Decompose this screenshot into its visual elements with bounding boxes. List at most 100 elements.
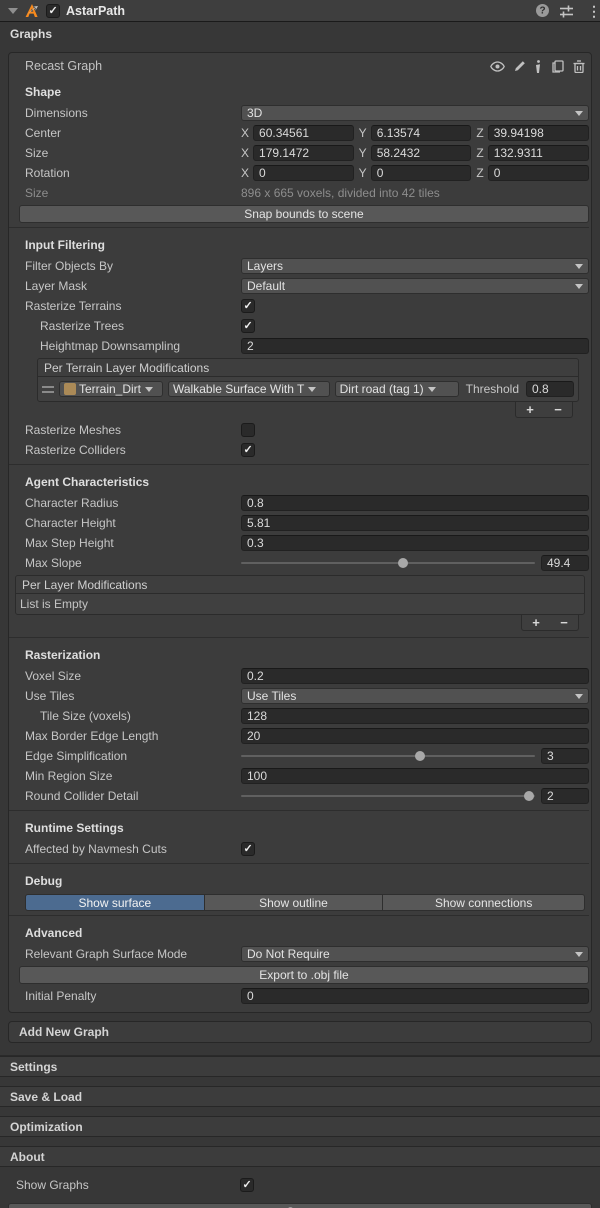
info-icon[interactable]	[535, 60, 542, 73]
per-terrain-list-header[interactable]: Per Terrain Layer Modifications	[38, 359, 578, 377]
help-icon[interactable]	[536, 4, 549, 17]
list-remove-button[interactable]: −	[556, 617, 572, 629]
component-enabled-checkbox[interactable]	[46, 4, 60, 18]
layer-mask-dropdown[interactable]: Default	[241, 278, 589, 294]
section-header-save-load[interactable]: Save & Load	[0, 1086, 600, 1107]
character-radius-row: Character Radius 0.8	[25, 493, 589, 513]
terrain-layer-row: Terrain_Dirt Walkable Surface With T Dir…	[42, 380, 574, 398]
divider	[9, 637, 589, 638]
filter-objects-by-dropdown[interactable]: Layers	[241, 258, 589, 274]
center-x-field[interactable]: 60.34561	[253, 125, 354, 141]
slider-thumb[interactable]	[415, 751, 425, 761]
list-remove-button[interactable]: −	[550, 404, 566, 416]
terrain-layer-dropdown[interactable]: Terrain_Dirt	[59, 381, 163, 397]
max-border-edge-length-field[interactable]: 20	[241, 728, 589, 744]
voxel-size-field[interactable]: 0.2	[241, 668, 589, 684]
size-y-field[interactable]: 58.2432	[371, 145, 472, 161]
scan-button[interactable]: Scan	[8, 1203, 592, 1208]
presets-icon[interactable]	[559, 4, 574, 18]
divider	[9, 227, 589, 228]
max-step-height-field[interactable]: 0.3	[241, 535, 589, 551]
divider	[9, 915, 589, 916]
per-layer-list-header[interactable]: Per Layer Modifications	[16, 576, 584, 594]
list-add-button[interactable]: +	[522, 404, 538, 416]
affected-by-navmesh-cuts-row: Affected by Navmesh Cuts	[25, 839, 589, 859]
round-collider-detail-slider[interactable]	[241, 795, 535, 797]
graphs-section-header[interactable]: Graphs	[0, 22, 600, 46]
use-tiles-dropdown[interactable]: Use Tiles	[241, 688, 589, 704]
visibility-eye-icon[interactable]	[490, 61, 505, 72]
size-z-field[interactable]: 132.9311	[488, 145, 589, 161]
advanced-heading: Advanced	[25, 920, 589, 944]
max-slope-field[interactable]: 49.4	[541, 555, 589, 571]
voxel-info-label: Size	[25, 186, 241, 200]
show-outline-button[interactable]: Show outline	[205, 894, 384, 911]
center-label: Center	[25, 126, 241, 140]
size-x-field[interactable]: 179.1472	[253, 145, 354, 161]
chevron-down-icon	[575, 284, 583, 289]
heightmap-downsampling-row: Heightmap Downsampling 2	[25, 336, 589, 356]
debug-heading: Debug	[25, 868, 589, 892]
rotation-z-field[interactable]: 0	[488, 165, 589, 181]
axis-z-label: Z	[476, 126, 483, 140]
threshold-field[interactable]: 0.8	[526, 381, 574, 397]
edit-pencil-icon[interactable]	[514, 60, 526, 72]
rasterize-terrains-row: Rasterize Terrains	[25, 296, 589, 316]
graph-title[interactable]: Recast Graph	[25, 59, 490, 73]
dimensions-dropdown[interactable]: 3D	[241, 105, 589, 121]
duplicate-icon[interactable]	[551, 60, 564, 73]
round-collider-detail-row: Round Collider Detail 2	[25, 786, 589, 806]
center-z-field[interactable]: 39.94198	[488, 125, 589, 141]
drag-handle-icon[interactable]	[42, 386, 54, 393]
rotation-x-field[interactable]: 0	[253, 165, 354, 181]
relevant-graph-surface-mode-dropdown[interactable]: Do Not Require	[241, 946, 589, 962]
max-slope-slider[interactable]	[241, 562, 535, 564]
rasterize-meshes-checkbox[interactable]	[241, 423, 255, 437]
rasterize-terrains-checkbox[interactable]	[241, 299, 255, 313]
edge-simplification-slider[interactable]	[241, 755, 535, 757]
surface-type-dropdown[interactable]: Walkable Surface With T	[168, 381, 330, 397]
delete-trash-icon[interactable]	[573, 60, 585, 73]
filter-objects-by-row: Filter Objects By Layers	[25, 256, 589, 276]
tile-size-row: Tile Size (voxels) 128	[25, 706, 589, 726]
slider-thumb[interactable]	[398, 558, 408, 568]
rasterize-trees-row: Rasterize Trees	[25, 316, 589, 336]
section-header-about[interactable]: About	[0, 1146, 600, 1167]
debug-button-group: Show surface Show outline Show connectio…	[25, 894, 585, 911]
axis-y-label: Y	[359, 126, 367, 140]
export-obj-button[interactable]: Export to .obj file	[19, 966, 589, 984]
show-surface-button[interactable]: Show surface	[25, 894, 205, 911]
slider-thumb[interactable]	[524, 791, 534, 801]
edge-simplification-field[interactable]: 3	[541, 748, 589, 764]
dimensions-label: Dimensions	[25, 106, 241, 120]
round-collider-detail-field[interactable]: 2	[541, 788, 589, 804]
add-new-graph-button[interactable]: Add New Graph	[8, 1021, 592, 1043]
rasterize-meshes-row: Rasterize Meshes	[25, 420, 589, 440]
show-connections-button[interactable]: Show connections	[383, 894, 585, 911]
character-height-field[interactable]: 5.81	[241, 515, 589, 531]
tag-dropdown[interactable]: Dirt road (tag 1)	[335, 381, 459, 397]
show-graphs-checkbox[interactable]	[240, 1178, 254, 1192]
graphs-label: Graphs	[10, 27, 52, 41]
rasterize-trees-checkbox[interactable]	[241, 319, 255, 333]
rotation-y-field[interactable]: 0	[371, 165, 472, 181]
component-title: AstarPath	[66, 4, 530, 18]
initial-penalty-field[interactable]: 0	[241, 988, 589, 1004]
per-terrain-layer-list: Per Terrain Layer Modifications Terrain_…	[37, 358, 579, 420]
list-add-button[interactable]: +	[528, 617, 544, 629]
divider	[9, 464, 589, 465]
kebab-menu-icon[interactable]	[587, 4, 591, 18]
tile-size-field[interactable]: 128	[241, 708, 589, 724]
heightmap-downsampling-field[interactable]: 2	[241, 338, 589, 354]
affected-by-navmesh-cuts-checkbox[interactable]	[241, 842, 255, 856]
section-header-settings[interactable]: Settings	[0, 1056, 600, 1077]
center-y-field[interactable]: 6.13574	[371, 125, 472, 141]
section-header-optimization[interactable]: Optimization	[0, 1116, 600, 1137]
foldout-caret-icon[interactable]	[8, 8, 18, 14]
show-graphs-row: Show Graphs	[0, 1175, 600, 1195]
rasterize-colliders-checkbox[interactable]	[241, 443, 255, 457]
min-region-size-field[interactable]: 100	[241, 768, 589, 784]
character-radius-field[interactable]: 0.8	[241, 495, 589, 511]
max-step-height-row: Max Step Height 0.3	[25, 533, 589, 553]
snap-bounds-button[interactable]: Snap bounds to scene	[19, 205, 589, 223]
